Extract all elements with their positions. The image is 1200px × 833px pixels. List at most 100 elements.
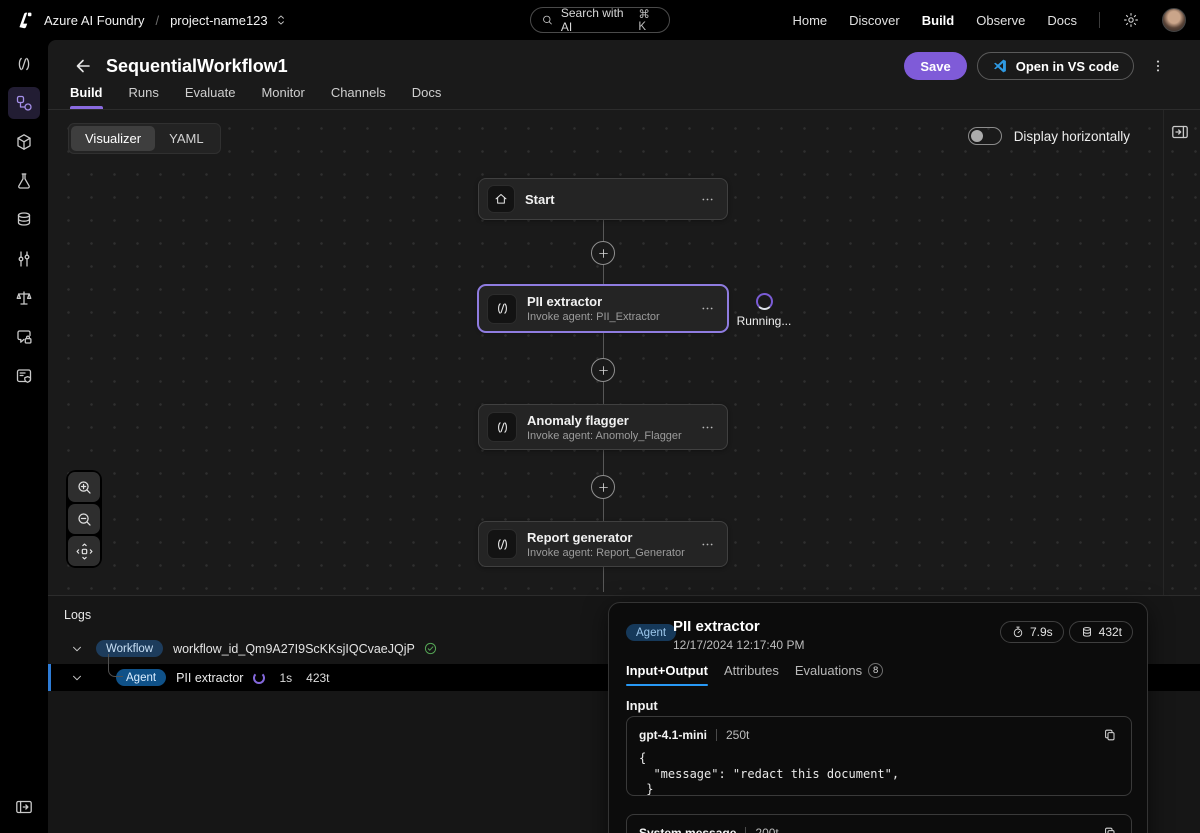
tuning-sliders-icon xyxy=(18,251,30,267)
project-name: project-name123 xyxy=(170,12,268,28)
sidebar-item-agents[interactable] xyxy=(8,48,40,80)
chevron-down-icon xyxy=(73,675,81,680)
node-report-generator[interactable]: Report generator Invoke agent: Report_Ge… xyxy=(478,521,728,567)
save-button[interactable]: Save xyxy=(904,52,967,80)
sidebar-item-workflows[interactable] xyxy=(8,87,40,119)
fit-view-button[interactable] xyxy=(68,536,100,566)
copy-button[interactable] xyxy=(1101,726,1119,744)
node-menu-button[interactable] xyxy=(698,190,717,209)
brand-area: Azure AI Foundry / project-name123 xyxy=(14,10,288,31)
logs-title: Logs xyxy=(64,608,92,622)
evaluations-count-badge: 8 xyxy=(868,663,884,678)
nav-home[interactable]: Home xyxy=(792,13,827,28)
back-button[interactable] xyxy=(70,54,94,78)
success-check-icon xyxy=(424,642,436,655)
view-switcher: Visualizer YAML xyxy=(68,123,221,154)
open-right-panel-button[interactable] xyxy=(1170,120,1194,144)
top-navigation: Home Discover Build Observe Docs xyxy=(792,8,1186,32)
tab-channels[interactable]: Channels xyxy=(331,85,386,109)
node-anomaly-flagger[interactable]: Anomaly flagger Invoke agent: Anomoly_Fl… xyxy=(478,404,728,450)
agent-duration: 1s xyxy=(279,670,293,685)
node-start[interactable]: Start xyxy=(478,178,728,220)
card-tokens: 250t xyxy=(726,728,750,742)
breadcrumb-separator: / xyxy=(155,12,160,28)
tokens-icon xyxy=(1082,627,1091,637)
view-yaml-button[interactable]: YAML xyxy=(155,126,217,151)
tab-docs[interactable]: Docs xyxy=(412,85,442,109)
collapse-agent-button[interactable] xyxy=(70,671,84,685)
settings-button[interactable] xyxy=(1122,11,1140,29)
system-message-label: System message xyxy=(639,826,737,833)
log-tree-connector xyxy=(108,654,123,677)
kebab-horizontal-icon xyxy=(702,426,713,428)
search-input[interactable]: Search with AI ⌘ K xyxy=(530,6,670,34)
tab-monitor[interactable]: Monitor xyxy=(261,85,304,109)
collapse-workflow-button[interactable] xyxy=(70,642,84,656)
nav-docs[interactable]: Docs xyxy=(1047,13,1077,28)
workflows-icon xyxy=(16,95,32,111)
tab-attributes[interactable]: Attributes xyxy=(724,663,779,686)
node-title: Start xyxy=(525,191,555,207)
add-node-button[interactable] xyxy=(591,475,615,499)
zoom-in-button[interactable] xyxy=(68,472,100,502)
agent-tokens: 423t xyxy=(306,670,330,685)
nav-build[interactable]: Build xyxy=(922,13,955,28)
sidebar-item-data[interactable] xyxy=(8,204,40,236)
input-section-label: Input xyxy=(626,698,658,713)
fit-view-icon xyxy=(75,542,93,560)
balance-scale-icon xyxy=(16,291,32,305)
sidebar-item-models[interactable] xyxy=(8,126,40,158)
sidebar-item-management[interactable] xyxy=(8,360,40,392)
tokens-pill: 432t xyxy=(1068,621,1133,643)
project-selector[interactable]: project-name123 xyxy=(170,13,288,28)
topbar: Azure AI Foundry / project-name123 Searc… xyxy=(0,0,1200,40)
agent-name: PII extractor xyxy=(176,670,244,685)
open-in-vscode-label: Open in VS code xyxy=(1015,58,1119,74)
settings-icon xyxy=(1124,13,1138,27)
node-subtitle: Invoke agent: Report_Generator xyxy=(527,546,685,559)
node-menu-button[interactable] xyxy=(698,418,717,437)
tab-input-output[interactable]: Input+Output xyxy=(626,663,708,686)
copy-icon xyxy=(1105,827,1115,833)
open-in-vscode-button[interactable]: Open in VS code xyxy=(976,52,1134,80)
display-horizontally-toggle[interactable] xyxy=(967,127,1002,145)
sidebar-item-safety[interactable] xyxy=(8,321,40,353)
plus-icon xyxy=(598,482,608,492)
sidebar-item-tools[interactable] xyxy=(8,243,40,275)
workflow-header: SequentialWorkflow1 Save Open in VS code xyxy=(48,40,1200,110)
workflow-canvas[interactable]: Visualizer YAML Display horizontally Sta… xyxy=(48,110,1200,595)
sidebar-item-evaluations[interactable] xyxy=(8,282,40,314)
view-visualizer-button[interactable]: Visualizer xyxy=(71,126,156,151)
back-arrow-icon xyxy=(76,59,90,73)
nav-observe[interactable]: Observe xyxy=(976,13,1025,28)
database-icon xyxy=(17,212,31,226)
node-menu-button[interactable] xyxy=(698,535,717,554)
tab-build[interactable]: Build xyxy=(70,85,103,109)
agent-node-icon xyxy=(487,412,517,442)
right-panel-strip xyxy=(1163,110,1200,595)
kebab-horizontal-icon xyxy=(702,307,713,310)
tab-evaluations[interactable]: Evaluations 8 xyxy=(795,663,884,686)
add-node-button[interactable] xyxy=(591,241,615,265)
zoom-out-button[interactable] xyxy=(68,504,100,534)
sidebar-expand-button[interactable] xyxy=(8,791,40,823)
node-menu-button[interactable] xyxy=(698,299,717,318)
agent-badge: Agent xyxy=(116,669,167,686)
sidebar-item-playground[interactable] xyxy=(8,165,40,197)
model-name: gpt-4.1-mini xyxy=(639,728,707,742)
add-node-button[interactable] xyxy=(591,358,615,382)
tokens-value: 432t xyxy=(1098,625,1122,639)
detail-title: PII extractor xyxy=(673,618,760,635)
node-status-running: Running... xyxy=(734,293,794,328)
tab-runs[interactable]: Runs xyxy=(129,85,159,109)
node-pii-extractor[interactable]: PII extractor Invoke agent: PII_Extracto… xyxy=(478,285,728,332)
separator xyxy=(716,729,717,741)
nav-discover[interactable]: Discover xyxy=(849,13,900,28)
node-subtitle: Invoke agent: PII_Extractor xyxy=(527,311,660,323)
detail-timestamp: 12/17/2024 12:17:40 PM xyxy=(673,638,805,652)
tab-evaluate[interactable]: Evaluate xyxy=(185,85,236,109)
more-options-button[interactable] xyxy=(1144,56,1172,76)
copy-button[interactable] xyxy=(1101,824,1119,833)
user-avatar[interactable] xyxy=(1162,8,1186,32)
zoom-out-icon xyxy=(77,512,91,526)
